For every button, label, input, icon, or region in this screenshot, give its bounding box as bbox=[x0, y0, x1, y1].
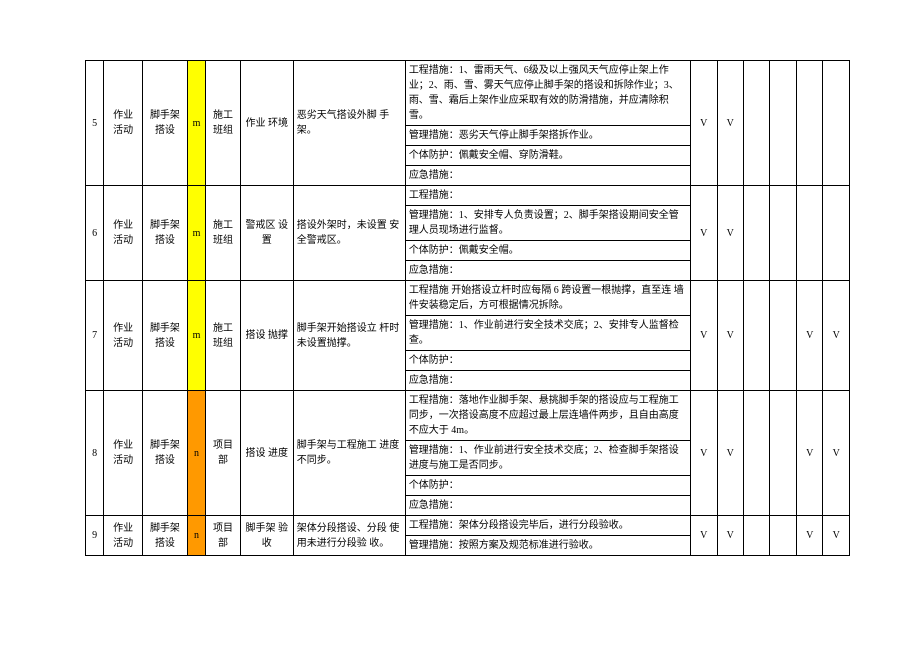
activity: 作业 活动 bbox=[104, 516, 143, 556]
measure-cell: 工程措施：架体分段搭设完毕后，进行分段验收。 bbox=[405, 516, 690, 536]
measure-cell: 管理措施：1、安排专人负责设置；2、脚手架搭设期间安全管理人员现场进行监督。 bbox=[405, 206, 690, 241]
measure-cell: 工程措施 开始搭设立杆时应每隔 6 跨设置一根抛撑，直至连 墙件安装稳定后，方可… bbox=[405, 281, 690, 316]
measure-cell: 应急措施： bbox=[405, 496, 690, 516]
check-cell: V bbox=[796, 281, 822, 391]
description: 作业 环境 bbox=[240, 61, 293, 186]
check-cell bbox=[770, 186, 796, 281]
measure-cell: 个体防护： bbox=[405, 476, 690, 496]
measure-cell: 工程措施：1、雷雨天气、6级及以上强风天气应停止架上作业；2、雨、雪、雾天气应停… bbox=[405, 61, 690, 126]
check-cell bbox=[796, 186, 822, 281]
check-cell bbox=[744, 281, 770, 391]
check-cell bbox=[770, 516, 796, 556]
group: 施工班组 bbox=[206, 186, 241, 281]
check-cell: V bbox=[796, 516, 822, 556]
row-number: 6 bbox=[86, 186, 104, 281]
measure-cell: 应急措施： bbox=[405, 261, 690, 281]
group: 施工班组 bbox=[206, 281, 241, 391]
activity: 作业 活动 bbox=[104, 61, 143, 186]
row-number: 9 bbox=[86, 516, 104, 556]
check-cell: V bbox=[691, 186, 717, 281]
measure-cell: 个体防护：佩戴安全帽。 bbox=[405, 241, 690, 261]
code: n bbox=[187, 516, 205, 556]
sub-activity: 脚手架 搭设 bbox=[143, 391, 188, 516]
check-cell: V bbox=[717, 516, 743, 556]
activity: 作业 活动 bbox=[104, 186, 143, 281]
safety-table: 5作业 活动脚手架 搭设m施工班组作业 环境恶劣天气搭设外脚 手架。工程措施：1… bbox=[85, 60, 850, 556]
measure-cell: 个体防护： bbox=[405, 351, 690, 371]
measure-cell: 工程措施：落地作业脚手架、悬挑脚手架的搭设应与工程施工 同步，一次搭设高度不应超… bbox=[405, 391, 690, 441]
row-number: 7 bbox=[86, 281, 104, 391]
detail: 脚手架开始搭设立 杆时未设置抛撑。 bbox=[293, 281, 405, 391]
check-cell bbox=[823, 61, 850, 186]
check-cell: V bbox=[717, 391, 743, 516]
measure-cell: 应急措施： bbox=[405, 371, 690, 391]
sub-activity: 脚手架 搭设 bbox=[143, 516, 188, 556]
activity: 作业 活动 bbox=[104, 281, 143, 391]
sub-activity: 脚手架 搭设 bbox=[143, 281, 188, 391]
detail: 脚手架与工程施工 进度不同步。 bbox=[293, 391, 405, 516]
check-cell bbox=[770, 391, 796, 516]
measure-cell: 管理措施：按照方案及规范标准进行验收。 bbox=[405, 536, 690, 556]
measure-cell: 管理措施：恶劣天气停止脚手架搭拆作业。 bbox=[405, 126, 690, 146]
measure-cell: 管理措施：1、作业前进行安全技术交底；2、安排专人监督检 查。 bbox=[405, 316, 690, 351]
check-cell: V bbox=[823, 281, 850, 391]
measure-cell: 应急措施： bbox=[405, 166, 690, 186]
table-row: 8作业 活动脚手架 搭设n项目 部搭设 进度脚手架与工程施工 进度不同步。工程措… bbox=[86, 391, 850, 441]
measure-cell: 工程措施： bbox=[405, 186, 690, 206]
detail: 恶劣天气搭设外脚 手架。 bbox=[293, 61, 405, 186]
group: 项目 部 bbox=[206, 391, 241, 516]
check-cell: V bbox=[717, 186, 743, 281]
check-cell bbox=[770, 281, 796, 391]
detail: 架体分段搭设、分段 使用未进行分段验 收。 bbox=[293, 516, 405, 556]
table-row: 7作业 活动脚手架 搭设m施工班组搭设 抛撑脚手架开始搭设立 杆时未设置抛撑。工… bbox=[86, 281, 850, 316]
description: 警戒区 设置 bbox=[240, 186, 293, 281]
row-number: 8 bbox=[86, 391, 104, 516]
code: m bbox=[187, 186, 205, 281]
check-cell bbox=[796, 61, 822, 186]
description: 搭设 进度 bbox=[240, 391, 293, 516]
table-row: 5作业 活动脚手架 搭设m施工班组作业 环境恶劣天气搭设外脚 手架。工程措施：1… bbox=[86, 61, 850, 126]
measure-cell: 管理措施：1、作业前进行安全技术交底；2、检查脚手架搭设 进度与施工是否同步。 bbox=[405, 441, 690, 476]
check-cell: V bbox=[691, 391, 717, 516]
check-cell bbox=[744, 61, 770, 186]
detail: 搭设外架时，未设置 安全警戒区。 bbox=[293, 186, 405, 281]
check-cell: V bbox=[691, 61, 717, 186]
check-cell: V bbox=[691, 516, 717, 556]
check-cell: V bbox=[717, 61, 743, 186]
sub-activity: 脚手架 搭设 bbox=[143, 61, 188, 186]
description: 脚手架 验收 bbox=[240, 516, 293, 556]
check-cell: V bbox=[823, 391, 850, 516]
check-cell: V bbox=[691, 281, 717, 391]
group: 项目 部 bbox=[206, 516, 241, 556]
check-cell bbox=[770, 61, 796, 186]
measure-cell: 个体防护：佩戴安全帽、穿防滑鞋。 bbox=[405, 146, 690, 166]
check-cell bbox=[744, 186, 770, 281]
sub-activity: 脚手架 搭设 bbox=[143, 186, 188, 281]
table-row: 9作业 活动脚手架 搭设n项目 部脚手架 验收架体分段搭设、分段 使用未进行分段… bbox=[86, 516, 850, 536]
activity: 作业 活动 bbox=[104, 391, 143, 516]
check-cell: V bbox=[717, 281, 743, 391]
code: n bbox=[187, 391, 205, 516]
row-number: 5 bbox=[86, 61, 104, 186]
group: 施工班组 bbox=[206, 61, 241, 186]
code: m bbox=[187, 61, 205, 186]
description: 搭设 抛撑 bbox=[240, 281, 293, 391]
check-cell: V bbox=[796, 391, 822, 516]
check-cell bbox=[823, 186, 850, 281]
table-row: 6作业 活动脚手架 搭设m施工班组警戒区 设置搭设外架时，未设置 安全警戒区。工… bbox=[86, 186, 850, 206]
code: m bbox=[187, 281, 205, 391]
check-cell bbox=[744, 516, 770, 556]
check-cell: V bbox=[823, 516, 850, 556]
check-cell bbox=[744, 391, 770, 516]
